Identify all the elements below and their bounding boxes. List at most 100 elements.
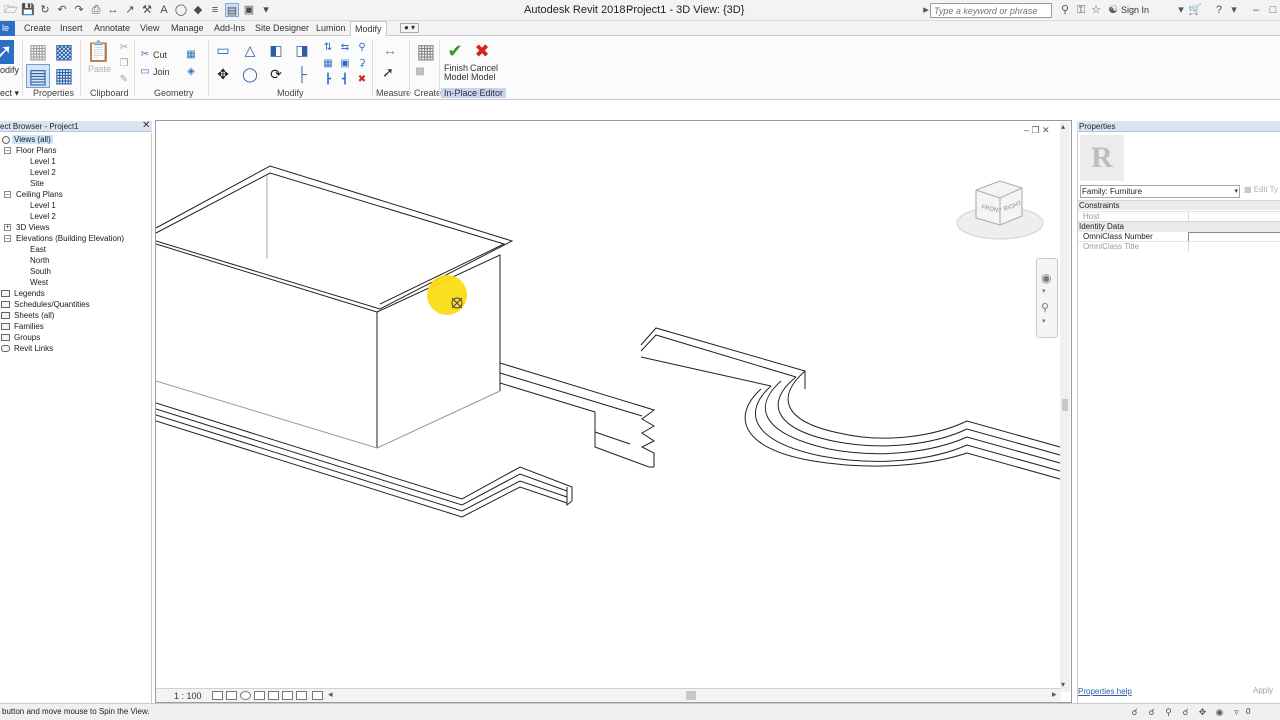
minimize-view-icon[interactable]: – xyxy=(1024,125,1029,135)
join-label[interactable]: Join xyxy=(153,67,170,77)
switch-windows-icon[interactable]: ▣ xyxy=(242,3,256,17)
move-icon[interactable]: ✥ xyxy=(213,66,233,84)
collapse-toggle-icon[interactable]: – xyxy=(4,147,11,154)
modify-select-icon[interactable]: ➚ xyxy=(0,40,14,64)
sun-path-icon[interactable] xyxy=(240,691,251,700)
copy-icon[interactable]: ❐ xyxy=(118,58,130,70)
print-icon[interactable]: ⎙ xyxy=(89,3,103,17)
chevron-down-icon[interactable]: ▾ xyxy=(1042,317,1046,325)
measure-between-icon[interactable]: ↔ xyxy=(376,42,404,58)
prop-group-identity-data[interactable]: Identity Data xyxy=(1078,221,1280,231)
select-by-face-icon[interactable]: ☌ xyxy=(1180,707,1191,717)
measure-icon[interactable]: ↔ xyxy=(106,3,120,17)
tree-item-families[interactable]: Families xyxy=(14,322,44,331)
properties-palette-icon[interactable]: ▤ xyxy=(26,64,50,88)
extend-multiple-icon[interactable]: ┫ xyxy=(339,74,351,86)
match-type-icon[interactable]: ✎ xyxy=(118,74,130,86)
cut-to-clipboard-icon[interactable]: ✂ xyxy=(118,42,130,54)
tree-item-schedules[interactable]: Schedules/Quantities xyxy=(14,300,90,309)
subscription-icon[interactable]: ⚿ xyxy=(1074,3,1088,17)
pin-icon[interactable]: ⚲ xyxy=(356,42,368,54)
scroll-left-icon[interactable]: ◂ xyxy=(328,689,333,700)
tree-item-groups[interactable]: Groups xyxy=(14,333,40,342)
tree-item-ceiling-level-1[interactable]: Level 1 xyxy=(30,201,56,210)
select-underlay-icon[interactable]: ☌ xyxy=(1146,707,1157,717)
paste-icon[interactable]: 📋 xyxy=(86,40,111,64)
viewcube[interactable]: FRONT RIGHT xyxy=(956,176,1046,246)
open-icon[interactable]: 🗁 xyxy=(4,3,18,17)
section-icon[interactable]: ◆ xyxy=(191,3,205,17)
cancel-model-x-icon[interactable]: ✖ xyxy=(470,39,494,63)
sign-in-link[interactable]: Sign In xyxy=(1121,5,1149,15)
tab-insert[interactable]: Insert xyxy=(60,23,83,33)
save-icon[interactable]: 💾 xyxy=(21,3,35,17)
split-face-icon[interactable]: ◈ xyxy=(185,66,197,78)
join-geometry-icon[interactable]: ▭ xyxy=(139,66,151,78)
scroll-up-icon[interactable]: ▴ xyxy=(1061,122,1065,131)
help-icon[interactable]: ? xyxy=(1212,3,1226,17)
array-icon[interactable]: ▦ xyxy=(322,58,334,70)
aligned-dimension-icon[interactable]: ↗ xyxy=(123,3,137,17)
undo-icon[interactable]: ↶ xyxy=(55,3,69,17)
finish-model-label-2[interactable]: Model xyxy=(444,72,469,82)
tab-site-designer[interactable]: Site Designer xyxy=(255,23,309,33)
aligned-dimension-tool-icon[interactable]: ➚ xyxy=(376,64,400,82)
tree-item-legends[interactable]: Legends xyxy=(14,289,45,298)
split-gap-icon[interactable]: ⇆ xyxy=(339,42,351,54)
close-hidden-windows-icon[interactable]: ▤ xyxy=(225,3,239,17)
trim-extend-icon[interactable]: ├ xyxy=(292,66,312,84)
tab-view[interactable]: View xyxy=(140,23,159,33)
cut-geometry-icon[interactable]: ✂ xyxy=(139,49,151,61)
maximize-icon[interactable]: □ xyxy=(1266,3,1280,17)
tree-item-floor-plans[interactable]: Floor Plans xyxy=(16,146,56,155)
redo-icon[interactable]: ↷ xyxy=(72,3,86,17)
create-group-icon[interactable]: ▦ xyxy=(414,40,438,64)
split-element-icon[interactable]: ⇅ xyxy=(322,42,334,54)
align-icon[interactable]: ▭ xyxy=(213,42,233,60)
close-icon[interactable]: ✕ xyxy=(142,120,150,131)
3d-viewport[interactable]: FRONT RIGHT xyxy=(155,120,1072,703)
user-icon[interactable]: ☯ xyxy=(1106,3,1120,17)
trim-multiple-icon[interactable]: ┣ xyxy=(322,74,334,86)
close-view-icon[interactable]: ✕ xyxy=(1042,125,1050,135)
view-scale[interactable]: 1 : 100 xyxy=(174,691,202,701)
select-panel-label[interactable]: ect ▾ xyxy=(0,88,19,99)
tab-add-ins[interactable]: Add-Ins xyxy=(214,23,245,33)
collapse-toggle-icon[interactable]: – xyxy=(4,235,11,242)
help-dropdown-icon[interactable]: ▾ xyxy=(1227,3,1241,17)
tab-create[interactable]: Create xyxy=(24,23,51,33)
tree-item-revit-links[interactable]: Revit Links xyxy=(14,344,53,353)
wall-joins-icon[interactable]: ▦ xyxy=(185,49,197,61)
shadows-icon[interactable] xyxy=(254,691,265,700)
unpin-icon[interactable]: ⚳ xyxy=(356,58,368,70)
tree-item-3d-views[interactable]: 3D Views xyxy=(16,223,50,232)
search-icon[interactable]: ⚲ xyxy=(1058,3,1072,17)
type-properties-icon[interactable]: ▦ xyxy=(26,40,50,64)
temporary-hide-icon[interactable] xyxy=(312,691,323,700)
cancel-model-label-2[interactable]: Model xyxy=(471,72,496,82)
chevron-down-icon[interactable]: ▾ xyxy=(1042,287,1046,295)
tree-item-views-all[interactable]: Views (all) xyxy=(12,135,53,144)
visual-style-icon[interactable] xyxy=(226,691,237,700)
rotate-icon[interactable]: ⟳ xyxy=(266,66,286,84)
tree-item-ceiling-level-2[interactable]: Level 2 xyxy=(30,212,56,221)
prop-group-constraints[interactable]: Constraints xyxy=(1078,200,1280,210)
customize-qat-icon[interactable]: ▾ xyxy=(259,3,273,17)
restore-view-icon[interactable]: ❐ xyxy=(1032,125,1040,135)
tab-lumion[interactable]: Lumion xyxy=(316,23,346,33)
tab-modify[interactable]: Modify xyxy=(350,21,387,37)
select-links-icon[interactable]: ☌ xyxy=(1129,707,1140,717)
contextual-tab-dropdown-icon[interactable]: ● ▾ xyxy=(400,23,420,33)
steering-wheel-icon[interactable]: ◉ xyxy=(1041,271,1051,285)
create-similar-icon[interactable]: ▩ xyxy=(414,66,426,78)
family-types-icon[interactable]: ▦ xyxy=(52,64,76,88)
chevron-down-icon[interactable]: ▾ xyxy=(1174,3,1188,17)
zoom-icon[interactable]: ⚲ xyxy=(1041,301,1049,314)
vertical-scrollbar[interactable]: ▴ ▾ xyxy=(1060,122,1070,692)
finish-model-check-icon[interactable]: ✔ xyxy=(443,39,467,63)
tree-item-south[interactable]: South xyxy=(30,267,51,276)
properties-help-link[interactable]: Properties help xyxy=(1078,687,1132,696)
show-crop-region-icon[interactable] xyxy=(296,691,307,700)
tab-annotate[interactable]: Annotate xyxy=(94,23,130,33)
select-pinned-icon[interactable]: ⚲ xyxy=(1163,707,1174,717)
